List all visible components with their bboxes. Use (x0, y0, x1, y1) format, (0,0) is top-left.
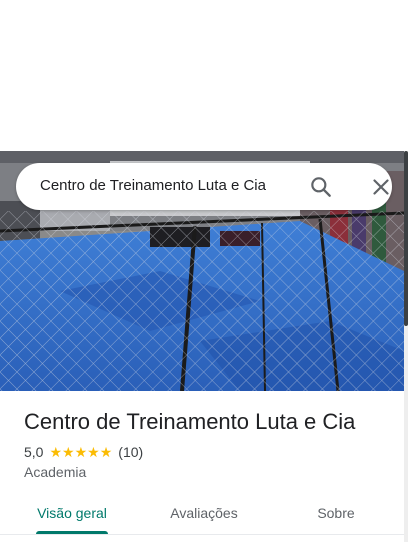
search-input[interactable]: Centro de Treinamento Luta e Cia (40, 177, 266, 194)
panel-scrollbar-thumb[interactable] (404, 151, 408, 326)
rating-row: 5,0 ★ ★ ★ ★ ★ (10) (24, 443, 143, 461)
search-box[interactable]: Centro de Treinamento Luta e Cia (16, 163, 392, 210)
star-icon: ★ (87, 444, 100, 460)
star-icon: ★ (62, 444, 75, 460)
place-title: Centro de Treinamento Luta e Cia (24, 409, 356, 434)
tab-about[interactable]: Sobre (284, 494, 388, 532)
place-tabs: Visão geral Avaliações Sobre (0, 494, 404, 542)
tabs-divider (0, 534, 404, 535)
search-icon[interactable] (308, 174, 334, 200)
tab-overview[interactable]: Visão geral (20, 494, 124, 532)
star-icon: ★ (99, 444, 113, 460)
star-icon: ★ (74, 444, 88, 460)
review-count-link[interactable]: (10) (118, 444, 143, 460)
rating-stars: ★ ★ ★ ★ ★ (49, 445, 112, 459)
close-icon[interactable] (368, 174, 394, 200)
map-area-blank (0, 0, 408, 151)
tab-reviews[interactable]: Avaliações (152, 494, 256, 532)
star-icon: ★ (49, 444, 63, 460)
rating-value: 5,0 (24, 444, 44, 460)
place-category: Academia (24, 464, 87, 480)
